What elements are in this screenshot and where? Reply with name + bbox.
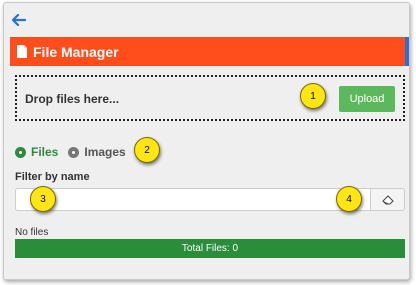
clear-filter-button[interactable]	[371, 188, 405, 211]
callout-badge-4: 4	[336, 186, 362, 212]
panel-title: File Manager	[33, 43, 119, 60]
radio-unselected-icon	[68, 146, 80, 158]
scrollbar-accent	[405, 37, 409, 66]
tab-images[interactable]: Images	[68, 145, 126, 159]
radio-selected-icon	[15, 146, 26, 158]
total-files-label: Total Files: 0	[181, 243, 239, 254]
callout-badge-2: 2	[134, 137, 160, 163]
drop-zone[interactable]: Drop files here... Upload	[15, 75, 405, 121]
tab-images-label: Images	[84, 145, 126, 159]
panel-header: File Manager	[10, 37, 405, 66]
top-bar	[4, 3, 409, 37]
drop-zone-text: Drop files here...	[25, 92, 120, 106]
view-tabs: Files Images	[15, 145, 136, 159]
callout-badge-3: 3	[30, 186, 56, 212]
total-files-bar: Total Files: 0	[15, 239, 405, 258]
eraser-icon	[381, 194, 394, 204]
file-icon	[17, 45, 27, 58]
filter-input[interactable]	[15, 188, 371, 211]
tab-files[interactable]: Files	[15, 145, 58, 159]
filter-label: Filter by name	[15, 171, 90, 183]
callout-badge-1: 1	[300, 83, 326, 109]
tab-files-label: Files	[31, 145, 59, 159]
arrow-left-icon[interactable]	[12, 14, 26, 26]
empty-state-text: No files	[15, 227, 49, 238]
upload-button[interactable]: Upload	[339, 86, 395, 112]
file-manager-window: File Manager Drop files here... Upload F…	[3, 2, 410, 280]
